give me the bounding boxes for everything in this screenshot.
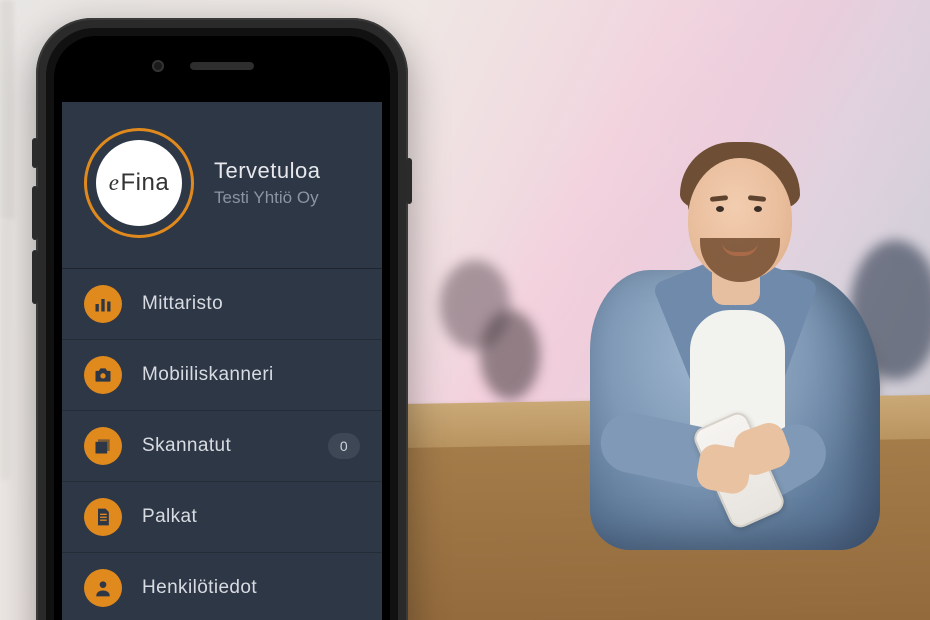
phone-mockup: eFina Tervetuloa Testi Yhtiö Oy bbox=[36, 18, 408, 620]
menu-label: Skannatut bbox=[142, 435, 308, 457]
app-screen: eFina Tervetuloa Testi Yhtiö Oy bbox=[62, 102, 382, 620]
menu-item-mittaristo[interactable]: Mittaristo bbox=[62, 269, 382, 340]
logo-text: Fina bbox=[121, 169, 170, 197]
promo-scene: eFina Tervetuloa Testi Yhtiö Oy bbox=[0, 0, 930, 620]
bg-pillar bbox=[0, 0, 14, 220]
welcome-text: Tervetuloa bbox=[214, 158, 321, 184]
stack-icon bbox=[84, 427, 122, 465]
app-header: eFina Tervetuloa Testi Yhtiö Oy bbox=[62, 102, 382, 269]
menu-label: Palkat bbox=[142, 506, 360, 528]
person-icon bbox=[84, 569, 122, 607]
person-holding-phone bbox=[560, 120, 890, 560]
count-badge: 0 bbox=[328, 433, 360, 459]
bg-pillar bbox=[0, 220, 10, 480]
document-icon bbox=[84, 498, 122, 536]
menu-label: Mittaristo bbox=[142, 293, 360, 315]
menu-item-skannatut[interactable]: Skannatut 0 bbox=[62, 411, 382, 482]
phone-front-camera bbox=[152, 60, 164, 72]
company-name: Testi Yhtiö Oy bbox=[214, 188, 321, 208]
logo-prefix: e bbox=[109, 170, 120, 196]
menu-item-palkat[interactable]: Palkat bbox=[62, 482, 382, 553]
menu-label: Mobiiliskanneri bbox=[142, 364, 360, 386]
main-menu: Mittaristo Mobiiliskanneri bbox=[62, 269, 382, 620]
camera-icon bbox=[84, 356, 122, 394]
menu-item-henkilotiedot[interactable]: Henkilötiedot bbox=[62, 553, 382, 620]
bg-person-blur bbox=[480, 310, 540, 400]
menu-item-mobiiliskanneri[interactable]: Mobiiliskanneri bbox=[62, 340, 382, 411]
bar-chart-icon bbox=[84, 285, 122, 323]
app-logo: eFina bbox=[84, 128, 194, 238]
menu-label: Henkilötiedot bbox=[142, 577, 360, 599]
phone-speaker bbox=[190, 62, 254, 70]
